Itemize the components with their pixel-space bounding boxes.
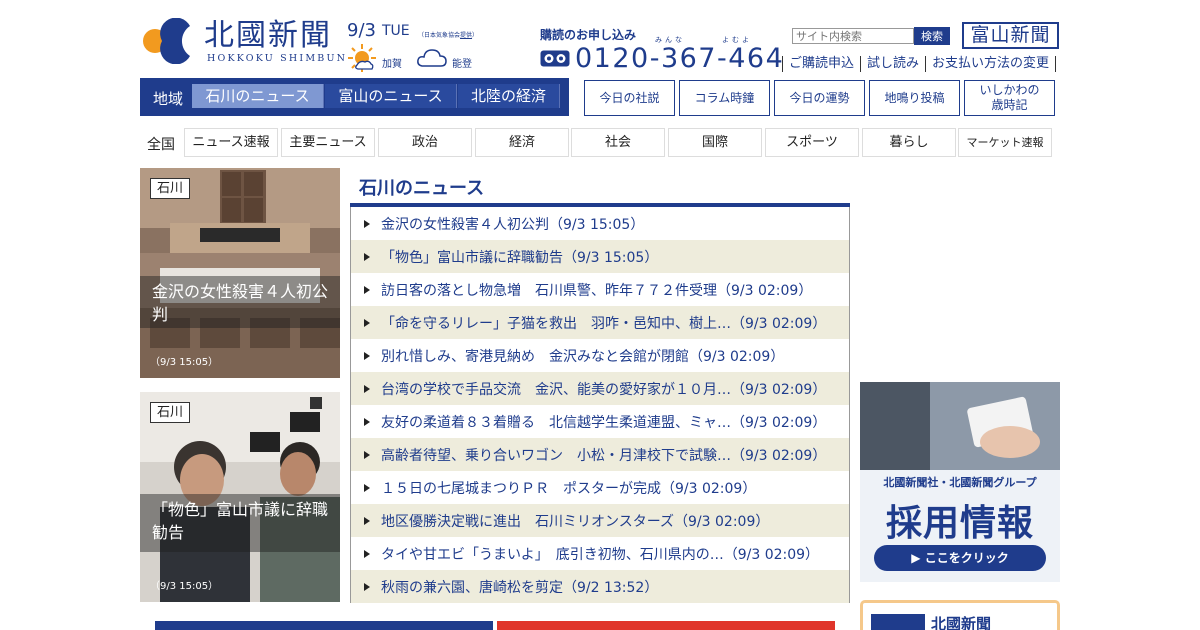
- link-trial[interactable]: 試し読み: [860, 56, 925, 72]
- region-nav-label: 地域: [153, 90, 184, 108]
- news-item[interactable]: 訪日客の落とし物急増 石川県警、昨年７７２件受理（9/3 02:09）: [351, 273, 849, 306]
- bullet-arrow-icon: [364, 252, 370, 261]
- cloud-icon: [417, 49, 447, 67]
- bullet-arrow-icon: [364, 384, 370, 393]
- feature-caption: 「物色」富山市議に辞職勧告: [140, 494, 340, 552]
- news-item[interactable]: 地区優勝決定戦に進出 石川ミリオンスターズ（9/3 02:09）: [351, 504, 849, 537]
- category-international[interactable]: 国際: [668, 128, 762, 157]
- mini-banner-logo: [871, 614, 925, 630]
- category-market[interactable]: マーケット速報: [958, 128, 1052, 157]
- bullet-arrow-icon: [364, 318, 370, 327]
- region-nav: 地域 石川のニュース 富山のニュース 北陸の経済: [140, 78, 569, 116]
- quick-fortune[interactable]: 今日の運勢: [774, 80, 865, 116]
- bullet-arrow-icon: [364, 417, 370, 426]
- link-payment[interactable]: お支払い方法の変更: [925, 56, 1057, 72]
- quick-column[interactable]: コラム時鐘: [679, 80, 770, 116]
- category-main[interactable]: 主要ニュース: [281, 128, 375, 157]
- quick-letters[interactable]: 地鳴り投稿: [869, 80, 960, 116]
- news-item[interactable]: 台湾の学校で手品交流 金沢、能美の愛好家が１０月…（9/3 02:09）: [351, 372, 849, 405]
- news-item[interactable]: 「物色」富山市議に辞職勧告（9/3 15:05）: [351, 240, 849, 273]
- weather-source: （日本気象協会提供）: [418, 32, 479, 39]
- weather-weekday: TUE: [382, 23, 410, 39]
- category-politics[interactable]: 政治: [378, 128, 472, 157]
- bullet-arrow-icon: [364, 582, 370, 591]
- bullet-arrow-icon: [364, 549, 370, 558]
- feature-time: （9/3 15:05）: [150, 357, 219, 368]
- weather-date: 9/3: [347, 20, 376, 41]
- category-breaking[interactable]: ニュース速報: [184, 128, 278, 157]
- news-item[interactable]: 高齢者待望、乗り合いワゴン 小松・月津校下で試験…（9/3 02:09）: [351, 438, 849, 471]
- news-item[interactable]: 金沢の女性殺害４人初公判（9/3 15:05）: [351, 207, 849, 240]
- news-item[interactable]: 秋雨の兼六園、唐崎松を剪定（9/2 13:52）: [351, 570, 849, 603]
- feature-time: （9/3 15:05）: [150, 581, 219, 592]
- bullet-arrow-icon: [364, 285, 370, 294]
- category-label: 全国: [147, 137, 175, 153]
- category-lifestyle[interactable]: 暮らし: [862, 128, 956, 157]
- bottom-ad-right[interactable]: [497, 621, 835, 630]
- search-button[interactable]: 検索: [914, 27, 950, 45]
- news-item[interactable]: １５日の七尾城まつりＰＲ ポスターが完成（9/3 02:09）: [351, 471, 849, 504]
- tab-hokuriku-economy[interactable]: 北陸の経済: [458, 84, 560, 108]
- subscription-phone[interactable]: 0120-367-464: [575, 42, 784, 76]
- news-item[interactable]: 友好の柔道着８３着贈る 北信越学生柔道連盟、ミャ…（9/3 02:09）: [351, 405, 849, 438]
- weather-area-kaga: 加賀: [382, 59, 402, 70]
- news-item[interactable]: 別れ惜しみ、寄港見納め 金沢みなと会館が閉館（9/3 02:09）: [351, 339, 849, 372]
- news-item[interactable]: タイや甘エビ「うまいよ」 底引き初物、石川県内の…（9/3 02:09）: [351, 537, 849, 570]
- feature-card[interactable]: 石川 金沢の女性殺害４人初公判 （9/3 15:05）: [140, 168, 340, 378]
- mini-banner-text: 北國新聞: [931, 615, 992, 630]
- recruit-ad-subtitle: 北國新聞社・北國新聞グループ: [883, 476, 1037, 489]
- bullet-arrow-icon: [364, 219, 370, 228]
- news-section-title: 石川のニュース: [359, 178, 485, 199]
- bullet-arrow-icon: [364, 516, 370, 525]
- feature-caption: 金沢の女性殺害４人初公判: [140, 276, 340, 328]
- recruit-ad-banner[interactable]: 北國新聞社・北國新聞グループ 採用情報 ▶ ここをクリック: [860, 382, 1060, 582]
- logo-text-en: HOKKOKU SHIMBUN: [207, 53, 348, 64]
- feature-card[interactable]: 石川 「物色」富山市議に辞職勧告 （9/3 15:05）: [140, 392, 340, 602]
- freedial-icon: [540, 50, 570, 67]
- category-society[interactable]: 社会: [571, 128, 665, 157]
- bullet-arrow-icon: [364, 450, 370, 459]
- category-economy[interactable]: 経済: [475, 128, 569, 157]
- sun-icon: [348, 44, 376, 72]
- news-list: 金沢の女性殺害４人初公判（9/3 15:05） 「物色」富山市議に辞職勧告（9/…: [350, 207, 850, 603]
- feature-tag: 石川: [150, 402, 191, 423]
- feature-tag: 石川: [150, 178, 191, 199]
- recruit-ad-button[interactable]: ▶ ここをクリック: [874, 545, 1046, 571]
- tab-toyama-news[interactable]: 富山のニュース: [325, 84, 457, 108]
- recruit-ad-title: 採用情報: [885, 503, 1034, 544]
- category-sports[interactable]: スポーツ: [765, 128, 859, 157]
- weather-area-noto: 能登: [452, 59, 472, 70]
- top-links: ご購読申込 試し読み お支払い方法の変更: [782, 56, 1057, 72]
- quick-editorial[interactable]: 今日の社説: [584, 80, 675, 116]
- quick-calendar[interactable]: いしかわの 歳時記: [964, 80, 1055, 116]
- toyama-shimbun-logo[interactable]: 富山新聞: [962, 22, 1059, 49]
- bottom-ad-left[interactable]: [155, 621, 493, 630]
- hokkoku-mini-banner[interactable]: 北國新聞: [860, 600, 1060, 630]
- subscription-title: 購読のお申し込み: [540, 28, 637, 42]
- site-logo[interactable]: 北國新聞 HOKKOKU SHIMBUN: [140, 16, 345, 66]
- news-item[interactable]: 「命を守るリレー」子猫を救出 羽咋・邑知中、樹上…（9/3 02:09）: [351, 306, 849, 339]
- logo-text-jp: 北國新聞: [204, 18, 332, 53]
- search-input[interactable]: [792, 28, 914, 44]
- bullet-arrow-icon: [364, 351, 370, 360]
- logo-mark-icon: [142, 18, 190, 64]
- bullet-arrow-icon: [364, 483, 370, 492]
- courtroom-photo: [140, 168, 340, 378]
- link-subscribe[interactable]: ご購読申込: [782, 56, 860, 72]
- tab-ishikawa-news[interactable]: 石川のニュース: [192, 84, 324, 108]
- weather-source-link[interactable]: 提供: [460, 32, 472, 39]
